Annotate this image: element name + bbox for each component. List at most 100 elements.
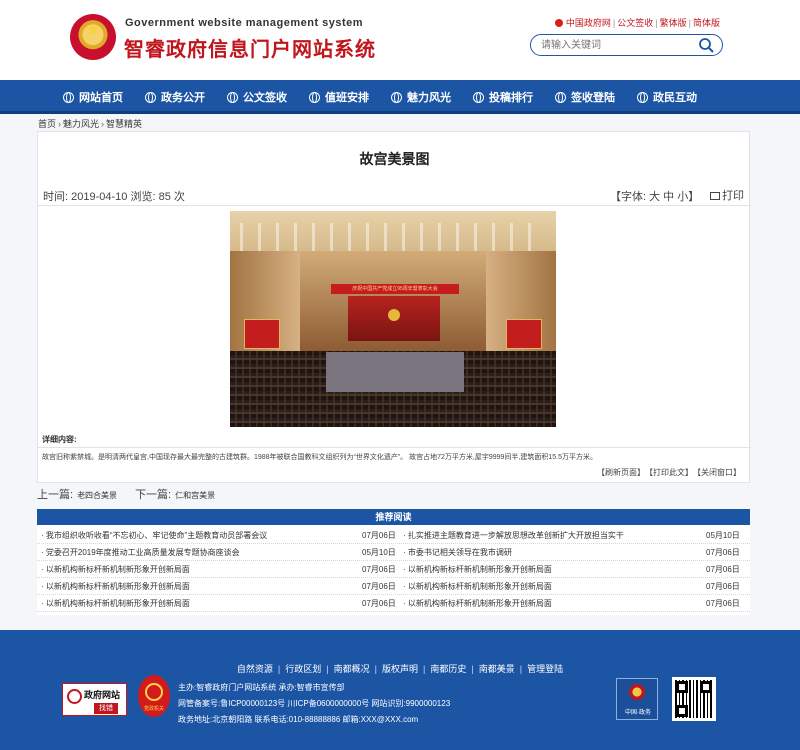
print-article-link[interactable]: 【打印此文】 <box>649 468 693 477</box>
top-link-traditional[interactable]: 繁体版 <box>660 18 687 28</box>
rec-date: 07月06日 <box>362 582 396 591</box>
party-gov-badge[interactable]: 党政机关 <box>138 675 170 717</box>
recommended-row: · 我市组织收听收看“不忘初心、牢记使命”主题教育动员部署会议 07月06日 ·… <box>37 527 750 544</box>
article-views: 85 <box>158 191 171 203</box>
rec-link[interactable]: · 以新机构新标杆新机制新形象开创新局面 <box>403 581 552 592</box>
breadcrumb: 首页 › 魅力风光 › 智慧精英 <box>38 119 143 129</box>
rec-link[interactable]: · 扎实推进主题教育进一步解放思想改革创新扩大开放担当实干 <box>403 530 624 541</box>
footer-icp: 网管备案号:鲁ICP00000123号 川ICP备0600000000号 网站识… <box>178 699 451 708</box>
nav-item-scenery[interactable]: 魅力风光 <box>391 89 451 105</box>
article-panel: 故宫美景图 时间: 2019-04-10 浏览: 85 次 【字体: 大 中 小… <box>37 131 751 483</box>
rec-link[interactable]: · 以新机构新标杆新机制新形象开创新局面 <box>41 598 190 609</box>
next-article-link[interactable]: 仁和宫美景 <box>175 491 215 500</box>
font-size-switch[interactable]: 【字体: 大 中 小】 <box>610 188 699 204</box>
article-body: 故宫旧称紫禁城。是明清两代皇宫,中国现存最大最完整的古建筑群。1988年被联合国… <box>42 454 597 461</box>
qr-code <box>672 677 716 721</box>
globe-icon <box>145 92 156 103</box>
article-title: 故宫美景图 <box>359 151 430 167</box>
close-window-link[interactable]: 【关闭窗口】 <box>697 468 741 477</box>
rec-date: 05月10日 <box>362 548 396 557</box>
footer-link[interactable]: 管理登陆 <box>527 664 563 674</box>
recommended-row: · 以新机构新标杆新机制新形象开创新局面 07月06日 · 以新机构新标杆新机制… <box>37 595 750 612</box>
globe-icon <box>63 92 74 103</box>
rec-date: 05月10日 <box>706 531 740 540</box>
search-input[interactable] <box>541 38 691 53</box>
rec-link[interactable]: · 市委书记相关领导在我市调研 <box>403 547 512 558</box>
globe-icon <box>309 92 320 103</box>
globe-icon <box>555 92 566 103</box>
rec-link[interactable]: · 以新机构新标杆新机制新形象开创新局面 <box>403 598 552 609</box>
nav-item-login[interactable]: 签收登陆 <box>555 89 615 105</box>
print-button[interactable]: 打印 <box>710 187 744 203</box>
rec-date: 07月06日 <box>706 548 740 557</box>
breadcrumb-elite[interactable]: 智慧精英 <box>106 119 142 129</box>
rec-date: 07月06日 <box>706 565 740 574</box>
prev-next: 上一篇: 老四合美景 下一篇: 仁和宫美景 <box>37 489 216 501</box>
top-links: 中国政府网 | 公文签收 | 繁体版 | 简体版 <box>554 16 720 29</box>
footer-link[interactable]: 南都概况 <box>334 664 370 674</box>
nav-item-doc-receipt[interactable]: 公文签收 <box>227 89 287 105</box>
china-gov-badge[interactable]: 中国·政务 <box>616 678 658 720</box>
redaction-block <box>326 352 464 392</box>
divider <box>38 205 751 206</box>
photo-banner: 庆祝中国共产党成立95周年暨表彰大会 <box>331 284 459 294</box>
globe-icon <box>637 92 648 103</box>
breadcrumb-home[interactable]: 首页 <box>38 119 56 129</box>
rec-date: 07月06日 <box>362 599 396 608</box>
footer-sponsor: 主办:智睿政府门户网站系统 承办:智睿市宣传部 <box>178 683 345 692</box>
footer-link[interactable]: 自然资源 <box>237 664 273 674</box>
footer-links: 自然资源 | 行政区划 | 南都概况 | 版权声明 | 南都历史 | 南都美景 | 管理登陆 <box>236 664 564 674</box>
rec-link[interactable]: · 我市组织收听收看“不忘初心、牢记使命”主题教育动员部署会议 <box>41 530 267 541</box>
globe-icon <box>391 92 402 103</box>
recommended-row: · 党委召开2019年度推动工业高质量发展专题协商座谈会 05月10日 · 市委… <box>37 544 750 561</box>
rec-link[interactable]: · 以新机构新标杆新机制新形象开创新局面 <box>41 581 190 592</box>
nav-item-duty[interactable]: 值班安排 <box>309 89 369 105</box>
nav-item-home[interactable]: 网站首页 <box>63 89 123 105</box>
article-meta: 时间: 2019-04-10 浏览: 85 次 <box>43 191 185 203</box>
top-link-gov[interactable]: 中国政府网 <box>566 18 611 28</box>
search-icon[interactable] <box>698 37 714 53</box>
emblem-icon <box>629 684 645 700</box>
gov-site-error-badge[interactable]: 政府网站 找错 <box>62 683 127 716</box>
prev-article-link[interactable]: 老四合美景 <box>77 491 117 500</box>
nav-item-gov-affairs[interactable]: 政务公开 <box>145 89 205 105</box>
recommended-heading: 推荐阅读 <box>37 509 750 525</box>
article-actions: 【刷新页面】 【打印此文】 【关闭窗口】 <box>593 467 741 478</box>
globe-icon <box>473 92 484 103</box>
article-date: 2019-04-10 <box>71 191 128 203</box>
site-name-cn[interactable]: 智睿政府信息门户网站系统 <box>124 33 376 62</box>
top-link-simplified[interactable]: 简体版 <box>693 18 720 28</box>
footer-link[interactable]: 南都美景 <box>479 664 515 674</box>
site-footer: 自然资源 | 行政区划 | 南都概况 | 版权声明 | 南都历史 | 南都美景 | 管理登陆 政府网站 … <box>0 630 800 750</box>
printer-icon <box>710 192 720 200</box>
globe-icon <box>227 92 238 103</box>
rec-link[interactable]: · 以新机构新标杆新机制新形象开创新局面 <box>41 564 190 575</box>
site-name-en: Government website management system <box>125 17 364 29</box>
footer-link[interactable]: 行政区划 <box>285 664 321 674</box>
nav-item-interaction[interactable]: 政民互动 <box>637 89 697 105</box>
search-box <box>530 34 723 56</box>
rec-date: 07月06日 <box>362 531 396 540</box>
recommended-reading: 推荐阅读 · 我市组织收听收看“不忘初心、牢记使命”主题教育动员部署会议 07月… <box>37 509 750 615</box>
detail-label: 详细内容: <box>42 435 77 444</box>
rec-link[interactable]: · 以新机构新标杆新机制新形象开创新局面 <box>403 564 552 575</box>
footer-link[interactable]: 南都历史 <box>430 664 466 674</box>
recommended-row: · 以新机构新标杆新机制新形象开创新局面 07月06日 · 以新机构新标杆新机制… <box>37 561 750 578</box>
footer-link[interactable]: 版权声明 <box>382 664 418 674</box>
top-link-doc-receipt[interactable]: 公文签收 <box>617 18 653 28</box>
flag-icon <box>554 19 563 27</box>
rec-date: 07月06日 <box>706 599 740 608</box>
divider <box>38 447 751 448</box>
party-gov-icon <box>145 683 163 701</box>
rec-link[interactable]: · 党委召开2019年度推动工业高质量发展专题协商座谈会 <box>41 547 240 558</box>
nav-item-ranking[interactable]: 投稿排行 <box>473 89 533 105</box>
article-photo: 庆祝中国共产党成立95周年暨表彰大会 <box>230 211 556 427</box>
footer-contact: 政务地址:北京朝阳路 联系电话:010-88888886 邮箱:XXX@XXX.… <box>178 715 419 724</box>
magnifier-icon <box>67 689 82 704</box>
rec-date: 07月06日 <box>706 582 740 591</box>
main-nav: 网站首页 政务公开 公文签收 值班安排 魅力风光 投稿排行 签收登陆 政民互动 <box>0 80 800 114</box>
breadcrumb-scenery[interactable]: 魅力风光 <box>63 119 99 129</box>
rec-date: 07月06日 <box>362 565 396 574</box>
national-emblem-icon: ★ <box>70 14 116 60</box>
refresh-page-link[interactable]: 【刷新页面】 <box>597 468 645 477</box>
